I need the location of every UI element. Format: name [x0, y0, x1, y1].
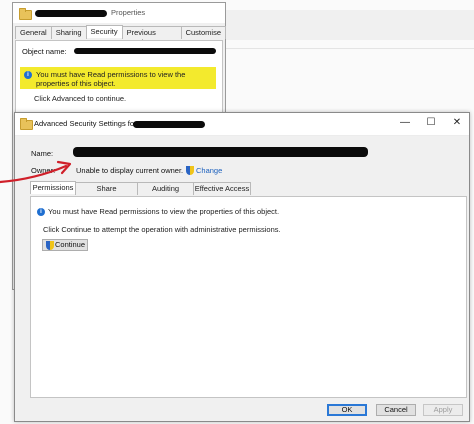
maximize-button[interactable]: ☐ — [424, 116, 438, 130]
change-owner-link[interactable]: Change — [196, 166, 222, 175]
continue-button[interactable]: Continue — [42, 239, 88, 251]
advanced-title: Advanced Security Settings for — [34, 119, 137, 128]
annotation-arrow — [0, 160, 72, 184]
minimize-button[interactable]: — — [398, 116, 412, 130]
folder-icon — [20, 118, 33, 130]
folder-icon — [19, 8, 32, 20]
redacted-advanced-title — [133, 121, 205, 128]
tab-effective-access[interactable]: Effective Access — [193, 182, 251, 195]
background-window-bar — [218, 10, 474, 40]
permission-warning-highlight: i You must have Read permissions to view… — [20, 67, 216, 89]
apply-button[interactable]: Apply — [423, 404, 463, 416]
info-icon: i — [24, 71, 32, 79]
annotation-arrow-shaft — [0, 164, 68, 184]
redacted-name-value — [73, 147, 368, 157]
close-button[interactable]: ✕ — [450, 116, 464, 130]
continue-button-label: Continue — [55, 240, 86, 249]
properties-title: Properties — [111, 8, 146, 17]
tab-security[interactable]: Security — [85, 25, 123, 38]
shield-icon — [186, 166, 194, 175]
object-name-label: Object name: — [22, 47, 67, 56]
cancel-button[interactable]: Cancel — [376, 404, 416, 416]
tab-auditing[interactable]: Auditing — [137, 182, 194, 195]
owner-value: Unable to display current owner. — [76, 166, 184, 175]
info-icon: i — [37, 208, 45, 216]
redacted-title — [35, 10, 107, 17]
tab-previous-versions[interactable]: Previous Versions — [121, 26, 182, 47]
advanced-instruction: Click Advanced to continue. — [34, 94, 127, 103]
continue-instruction: Click Continue to attempt the operation … — [43, 225, 281, 234]
tab-share[interactable]: Share — [75, 182, 138, 195]
properties-tabs: General Sharing Security Previous Versio… — [15, 25, 226, 47]
tab-sharing[interactable]: Sharing — [50, 26, 87, 39]
shield-icon — [46, 241, 54, 250]
tab-customise[interactable]: Customise — [180, 26, 226, 39]
background-window-line — [218, 48, 474, 49]
properties-titlebar: Properties — [13, 3, 225, 23]
advanced-security-dialog: Advanced Security Settings for — ☐ ✕ Nam… — [14, 112, 470, 422]
redacted-object-name — [74, 48, 216, 54]
permissions-panel: i You must have Read permissions to view… — [30, 196, 467, 398]
advanced-titlebar: Advanced Security Settings for — ☐ ✕ — [15, 113, 469, 136]
ok-button[interactable]: OK — [327, 404, 367, 416]
permission-message: You must have Read permissions to view t… — [48, 207, 280, 216]
tab-general[interactable]: General — [15, 26, 52, 39]
permission-warning-text: You must have Read permissions to view t… — [36, 70, 186, 88]
